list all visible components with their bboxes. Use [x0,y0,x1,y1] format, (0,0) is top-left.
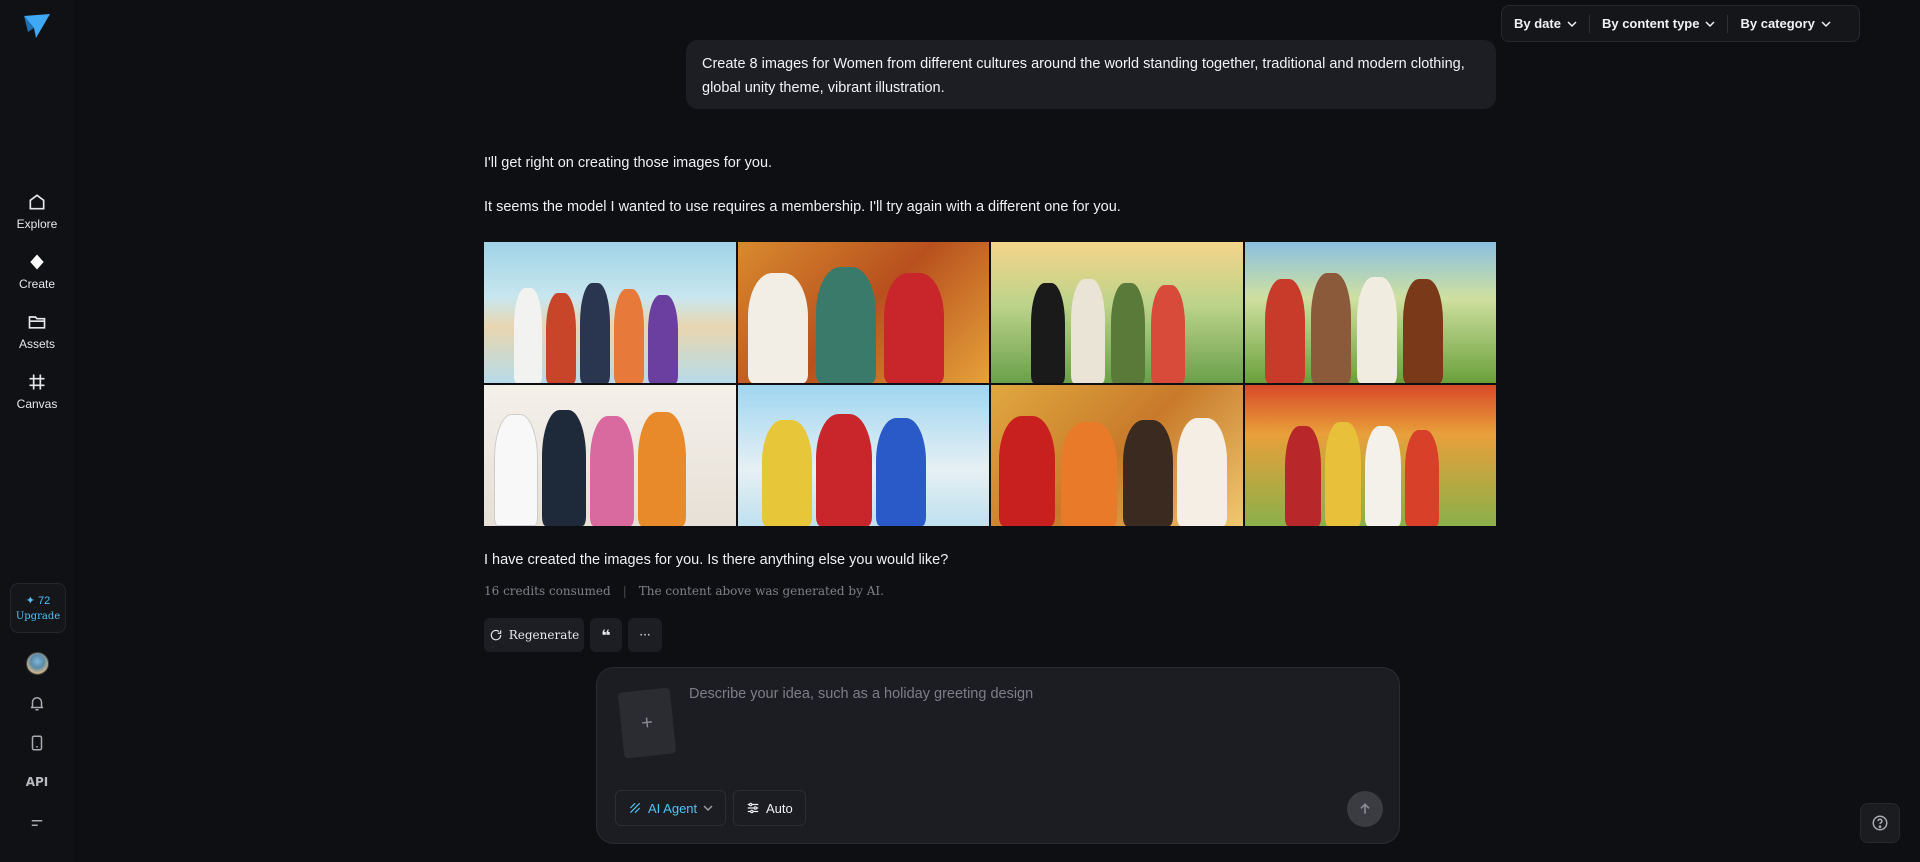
credits-consumed: 16 credits consumed [484,584,611,598]
filter-by-date-label: By date [1514,16,1561,31]
generated-image[interactable] [484,242,736,383]
filter-by-category-label: By category [1740,16,1815,31]
nav-assets-label: Assets [18,337,55,351]
ai-generated-notice: The content above was generated by AI. [638,584,884,598]
plus-icon: + [639,710,654,735]
auto-label: Auto [766,800,793,816]
generated-image[interactable] [991,242,1243,383]
nav-create-label: Create [18,277,56,291]
user-message-bubble: Create 8 images for Women from different… [686,40,1496,109]
mobile-icon[interactable] [27,733,47,753]
assistant-message-3: I have created the images for you. Is th… [484,552,949,568]
nav-create[interactable]: Create [0,252,74,291]
chevron-down-icon [703,805,713,812]
refresh-icon [490,629,501,641]
upgrade-link[interactable]: Upgrade [16,611,60,622]
arrow-up-icon [1360,803,1370,814]
sidebar: Explore Create Assets Canvas ✦ 72 Upgrad… [0,0,74,862]
diamond-icon [30,254,44,270]
regenerate-label: Regenerate [508,628,580,642]
generated-image[interactable] [484,385,736,526]
canvas-icon [29,374,45,390]
filter-by-date[interactable]: By date [1502,6,1589,41]
auto-settings-button[interactable]: Auto [733,790,806,826]
nav-explore[interactable]: Explore [0,192,74,231]
api-link[interactable]: API [0,775,74,789]
credits-upgrade-box[interactable]: ✦ 72 Upgrade [10,583,66,633]
nav-canvas-label: Canvas [16,397,58,411]
agent-icon [629,802,641,814]
generated-image-grid [484,242,1496,526]
folder-icon [28,316,46,329]
message-meta: 16 credits consumed | The content above … [484,584,884,598]
assistant-message-1: I'll get right on creating those images … [484,155,773,171]
ai-agent-label: AI Agent [648,800,698,816]
assistant-message-2: It seems the model I wanted to use requi… [484,199,1121,215]
filter-by-content-type-label: By content type [1601,16,1700,31]
help-icon [1872,815,1888,831]
nav-canvas[interactable]: Canvas [0,372,74,411]
chevron-down-icon [1705,20,1716,27]
more-icon: ··· [639,628,651,642]
generated-image[interactable] [737,385,989,526]
menu-icon[interactable] [27,813,47,833]
filter-bar: By date By content type By category [1501,5,1860,42]
nav-explore-label: Explore [16,217,58,231]
quote-button[interactable]: ❝ [590,618,622,652]
chevron-down-icon [1567,20,1577,27]
composer: + AI Agent Auto [596,667,1400,844]
nav-assets[interactable]: Assets [0,312,74,351]
home-icon [29,194,45,210]
prompt-input[interactable] [689,686,1369,702]
help-button[interactable] [1860,803,1900,843]
chevron-down-icon [1821,20,1831,27]
filter-by-category[interactable]: By category [1728,6,1842,41]
send-button[interactable] [1347,791,1383,827]
filter-by-content-type[interactable]: By content type [1590,6,1728,41]
generated-image[interactable] [737,242,989,383]
add-attachment-button[interactable]: + [617,687,677,759]
generated-image[interactable] [1244,242,1496,383]
regenerate-button[interactable]: Regenerate [484,618,584,652]
avatar[interactable] [26,652,49,675]
more-options-button[interactable]: ··· [628,618,662,652]
divider: | [622,584,627,598]
sliders-icon [747,802,759,814]
credits-amount: ✦ 72 [25,595,51,607]
bell-icon[interactable] [27,693,47,713]
generated-image[interactable] [1244,385,1496,526]
generated-image[interactable] [991,385,1243,526]
ai-agent-dropdown[interactable]: AI Agent [615,790,727,826]
logo-icon[interactable] [22,12,52,40]
quote-icon: ❝ [601,625,611,645]
